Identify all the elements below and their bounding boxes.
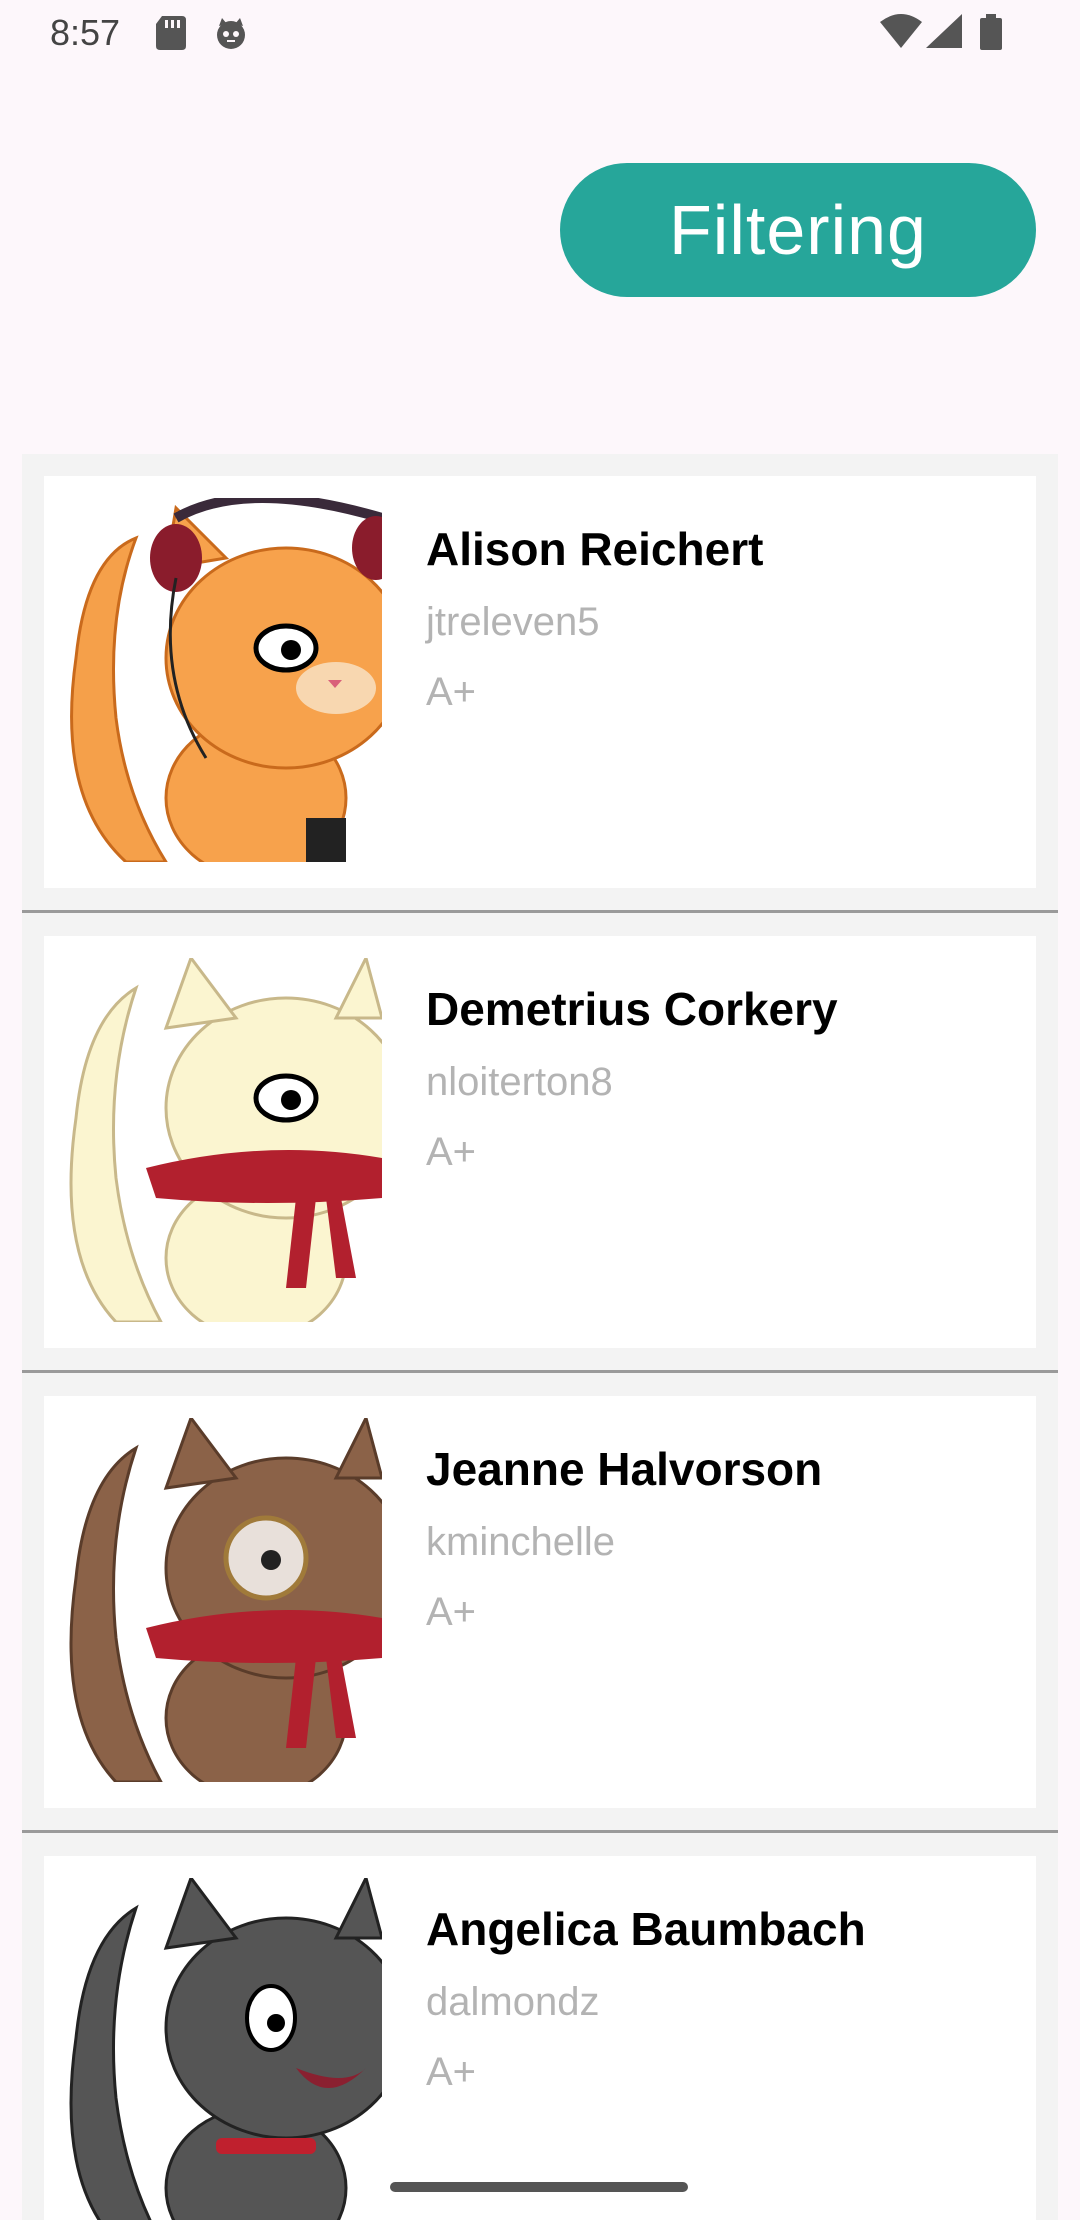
contact-username: jtreleven5 [426,600,600,644]
divider [22,1370,1058,1373]
contact-card[interactable]: Jeanne Halvorson kminchelle A+ [44,1396,1036,1808]
list-item[interactable]: Angelica Baumbach dalmondz A+ [22,1834,1058,2220]
divider [22,1830,1058,1833]
brown-cat-monocle-avatar [66,1418,382,1782]
contact-grade: A+ [426,670,477,714]
list-item[interactable]: Alison Reichert jtreleven5 A+ [22,454,1058,914]
contact-card[interactable]: Demetrius Corkery nloiterton8 A+ [44,936,1036,1348]
contact-name: Demetrius Corkery [426,983,838,1035]
contact-name: Jeanne Halvorson [426,1443,823,1495]
filtering-button[interactable]: Filtering [560,163,1036,297]
contact-card[interactable]: Alison Reichert jtreleven5 A+ [44,476,1036,888]
list-item[interactable]: Jeanne Halvorson kminchelle A+ [22,1374,1058,1834]
orange-cat-headphones-avatar [66,498,382,862]
contact-card[interactable]: Angelica Baumbach dalmondz A+ [44,1856,1036,2220]
divider [22,910,1058,913]
contact-username: nloiterton8 [426,1060,613,1104]
home-indicator[interactable] [390,2182,688,2192]
contact-grade: A+ [426,1130,477,1174]
contact-username: dalmondz [426,1980,600,2024]
cream-cat-red-scarf-avatar [66,958,382,1322]
contact-name: Angelica Baumbach [426,1903,866,1955]
status-bar: 8:57 [0,0,1080,66]
contact-name: Alison Reichert [426,523,764,575]
contact-grade: A+ [426,1590,477,1634]
status-time: 8:57 [50,12,121,53]
battery-icon [980,14,1002,55]
contact-grade: A+ [426,2050,477,2094]
contact-list[interactable]: Alison Reichert jtreleven5 A+ Demetrius … [22,454,1058,2220]
cat-status-icon [214,16,248,55]
wifi-icon [880,14,922,53]
cell-signal-icon [926,14,962,53]
sd-card-icon [156,16,186,55]
list-item[interactable]: Demetrius Corkery nloiterton8 A+ [22,914,1058,1374]
contact-username: kminchelle [426,1520,615,1564]
gray-cat-red-collar-avatar [66,1878,382,2220]
